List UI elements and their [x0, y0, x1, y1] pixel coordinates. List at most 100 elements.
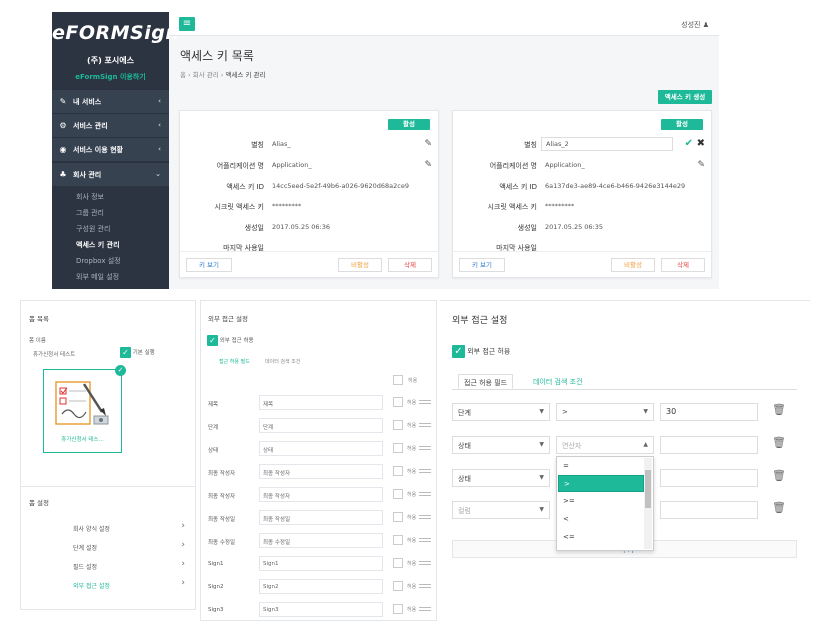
- drag-handle-icon[interactable]: [419, 607, 431, 611]
- tab-search-conditions[interactable]: 데이터 검색 조건: [265, 358, 300, 365]
- drag-handle-icon[interactable]: [419, 561, 431, 565]
- condition-operator-select[interactable]: 연산자 ▲: [556, 436, 654, 454]
- allow-checkbox[interactable]: [393, 535, 403, 545]
- operator-option[interactable]: >=: [558, 493, 644, 510]
- tab-allowed-fields[interactable]: 접근 허용 필드: [219, 358, 250, 365]
- settings-step[interactable]: 단계 설정 ›: [21, 539, 195, 559]
- field-alias-input[interactable]: Sign3: [259, 602, 383, 617]
- condition-operator-select[interactable]: > ▼: [556, 403, 654, 421]
- selected-check-icon: ✓: [115, 365, 126, 376]
- submenu-group-management[interactable]: 그룹 관리: [76, 208, 104, 218]
- breadcrumb-parent[interactable]: 회사 관리: [193, 71, 219, 79]
- confirm-check-icon[interactable]: ✔: [685, 138, 693, 149]
- chevron-right-icon: ›: [181, 540, 185, 550]
- settings-field[interactable]: 필드 설정 ›: [21, 558, 195, 578]
- allow-checkbox[interactable]: [393, 558, 403, 568]
- drag-handle-icon[interactable]: [419, 400, 431, 404]
- field-alias-input[interactable]: 최종 수정일: [259, 533, 383, 548]
- field-alias-input[interactable]: 최종 작성일: [259, 510, 383, 525]
- submenu-external-mail-settings[interactable]: 외부 메일 설정: [76, 272, 119, 282]
- tab-allowed-fields[interactable]: 접근 허용 필드: [458, 374, 514, 389]
- submenu-access-key-management[interactable]: 액세스 키 관리: [76, 240, 120, 250]
- external-access-allow-toggle[interactable]: ✓ 외부 접근 허용: [207, 335, 254, 346]
- settings-external-access[interactable]: 외부 접근 설정 ›: [21, 577, 195, 597]
- dropdown-scrollbar[interactable]: [644, 458, 652, 549]
- view-key-button[interactable]: 키 보기: [459, 258, 505, 272]
- field-alias-input[interactable]: 최종 작성자: [259, 464, 383, 479]
- allow-checkbox[interactable]: [393, 512, 403, 522]
- drag-handle-icon[interactable]: [419, 515, 431, 519]
- pencil-icon[interactable]: ✎: [697, 160, 705, 170]
- trash-icon[interactable]: 🗑: [772, 469, 786, 482]
- condition-value-input[interactable]: 30: [660, 403, 758, 421]
- menu-service-management[interactable]: ⚙ 서비스 관리 ‹: [52, 113, 169, 137]
- deactivate-button[interactable]: 비활성: [611, 258, 655, 272]
- checkbox-checked-icon[interactable]: ✓: [120, 347, 131, 358]
- form-thumbnail-card[interactable]: ✓ 휴가신청서 테스...: [43, 365, 126, 453]
- submenu-dropbox-settings[interactable]: Dropbox 설정: [76, 256, 121, 266]
- submenu-company-info[interactable]: 회사 정보: [76, 192, 104, 202]
- drag-handle-icon[interactable]: [419, 584, 431, 588]
- delete-button[interactable]: 삭제: [388, 258, 432, 272]
- allow-checkbox[interactable]: [393, 489, 403, 499]
- usage-link[interactable]: eFormSign 이용하기: [52, 72, 169, 82]
- field-name: 최종 작성자: [208, 494, 236, 500]
- field-alias-input[interactable]: 상태: [259, 441, 383, 456]
- breadcrumb-home[interactable]: 홈: [180, 71, 186, 79]
- field-alias-input[interactable]: Sign1: [259, 556, 383, 571]
- condition-value-input[interactable]: [660, 436, 758, 454]
- deactivate-button[interactable]: 비활성: [338, 258, 382, 272]
- external-access-title: 외부 접근 설정: [452, 316, 508, 326]
- condition-field-select[interactable]: 상태 ▼: [452, 469, 550, 487]
- hamburger-menu-icon[interactable]: ≡: [179, 17, 195, 31]
- default-run-toggle[interactable]: ✓ 기본 실행: [120, 347, 155, 358]
- drag-handle-icon[interactable]: [419, 446, 431, 450]
- field-alias-input[interactable]: 단계: [259, 418, 383, 433]
- operator-option[interactable]: <=: [558, 529, 644, 546]
- settings-company-form[interactable]: 회사 양식 설정 ›: [21, 520, 195, 540]
- field-alias-input[interactable]: 제목: [259, 395, 383, 410]
- allow-checkbox[interactable]: [393, 581, 403, 591]
- delete-button[interactable]: 삭제: [661, 258, 705, 272]
- field-alias-input[interactable]: Sign2: [259, 579, 383, 594]
- scrollbar-thumb[interactable]: [645, 470, 651, 508]
- generate-access-key-button[interactable]: 액세스 키 생성: [658, 90, 712, 104]
- checkbox-checked-icon[interactable]: ✓: [207, 335, 218, 346]
- field-row: Sign1 Sign1 허용: [201, 556, 436, 574]
- drag-handle-icon[interactable]: [419, 492, 431, 496]
- select-all-checkbox[interactable]: [393, 375, 403, 385]
- drag-handle-icon[interactable]: [419, 423, 431, 427]
- checkbox-checked-icon[interactable]: ✓: [452, 345, 465, 358]
- pencil-icon[interactable]: ✎: [424, 160, 432, 170]
- trash-icon[interactable]: 🗑: [772, 501, 786, 514]
- close-icon[interactable]: ✖: [697, 138, 705, 149]
- allow-checkbox[interactable]: [393, 604, 403, 614]
- pencil-icon[interactable]: ✎: [424, 139, 432, 149]
- external-access-allow-toggle[interactable]: ✓ 외부 접근 허용: [452, 345, 510, 358]
- condition-field-select[interactable]: 상태 ▼: [452, 436, 550, 454]
- trash-icon[interactable]: 🗑: [772, 403, 786, 416]
- menu-service-usage[interactable]: ◉ 서비스 이용 현황 ‹: [52, 137, 169, 161]
- tab-search-conditions[interactable]: 데이터 검색 조건: [528, 374, 588, 389]
- allow-checkbox[interactable]: [393, 397, 403, 407]
- operator-option[interactable]: =: [558, 458, 644, 475]
- condition-value-input[interactable]: [660, 501, 758, 519]
- view-key-button[interactable]: 키 보기: [186, 258, 232, 272]
- field-alias-input[interactable]: 최종 작성자: [259, 487, 383, 502]
- allow-checkbox[interactable]: [393, 420, 403, 430]
- drag-handle-icon[interactable]: [419, 469, 431, 473]
- trash-icon[interactable]: 🗑: [772, 436, 786, 449]
- condition-value-input[interactable]: [660, 469, 758, 487]
- menu-my-service[interactable]: ✎ 내 서비스 ‹: [52, 89, 169, 113]
- submenu-member-management[interactable]: 구성원 관리: [76, 224, 110, 234]
- allow-checkbox[interactable]: [393, 443, 403, 453]
- menu-company-management[interactable]: ♣ 회사 관리 ⌄: [52, 162, 169, 186]
- condition-field-select[interactable]: 단계 ▼: [452, 403, 550, 421]
- alias-input[interactable]: Alias_2: [541, 137, 673, 151]
- condition-field-select[interactable]: 컬럼 ▼: [452, 501, 550, 519]
- operator-option[interactable]: <: [558, 511, 644, 528]
- allow-checkbox[interactable]: [393, 466, 403, 476]
- operator-option-selected[interactable]: >: [558, 475, 644, 492]
- user-menu[interactable]: 성성진 ♟: [681, 20, 709, 30]
- drag-handle-icon[interactable]: [419, 538, 431, 542]
